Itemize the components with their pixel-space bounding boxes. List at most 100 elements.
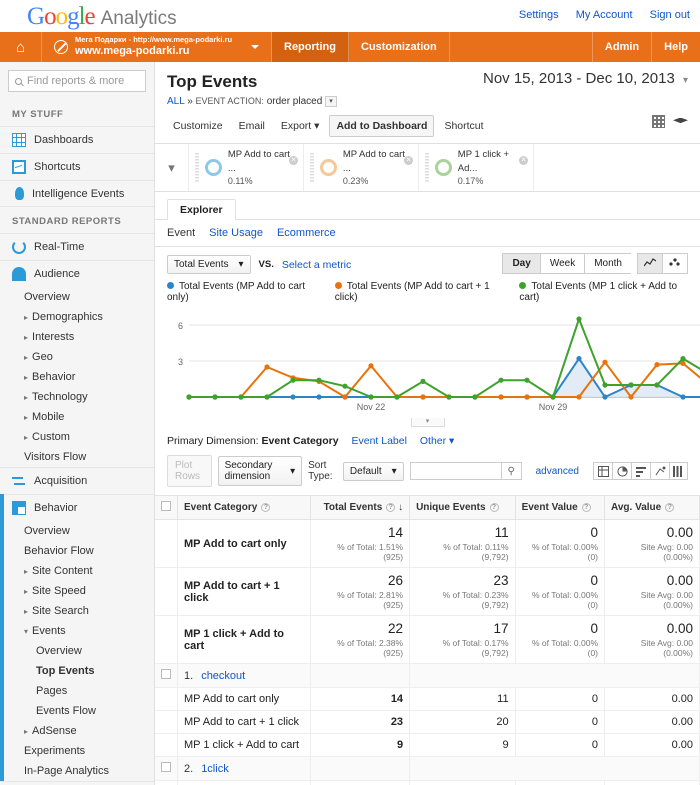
table-search-input[interactable] [409,462,502,480]
help-icon[interactable]: ? [581,503,591,512]
tab-help[interactable]: Help [652,32,700,62]
subtab-site-usage[interactable]: Site Usage [209,227,263,239]
sidebar-item-events-flow[interactable]: Events Flow [4,701,154,721]
search-icon[interactable]: ⚲ [501,462,522,480]
column-avg-value[interactable]: Avg. Value? [604,495,700,520]
help-icon[interactable]: ? [386,503,396,512]
sidebar-item-in-page-analytics[interactable]: In-Page Analytics [4,761,154,781]
email-button[interactable]: Email [233,116,271,136]
table-row[interactable]: MP 1 click + Add to cart 22% of Total: 2… [155,615,700,664]
timeline-chart[interactable]: 36Nov 22Nov 29Dec 6 ▾ [155,303,700,427]
checkbox[interactable] [161,501,171,511]
help-icon[interactable]: ? [261,503,271,512]
sidebar-item-geo[interactable]: Geo [0,347,154,367]
sidebar-item-audience-behavior[interactable]: Behavior [0,367,154,387]
subtab-event[interactable]: Event [167,227,195,239]
primary-dimension-other[interactable]: Other ▾ [420,435,454,447]
sidebar-item-behavior-flow[interactable]: Behavior Flow [4,541,154,561]
group-link[interactable]: checkout [201,670,245,682]
pivot-view-icon[interactable] [669,462,688,480]
pie-view-icon[interactable] [612,462,631,480]
tab-admin[interactable]: Admin [593,32,653,62]
sidebar-item-events[interactable]: Events [4,621,154,641]
my-account-link[interactable]: My Account [576,9,633,21]
sidebar-item-behavior[interactable]: Behavior [4,494,154,521]
export-button[interactable]: Export ▾ [275,116,326,136]
sidebar-item-events-overview[interactable]: Overview [4,641,154,661]
table-row[interactable]: MP Add to cart only 14 11 0 0.00 [155,687,700,711]
sidebar-item-mobile[interactable]: Mobile [0,407,154,427]
table-row[interactable]: MP 1 click + Add to cart 9 9 0 0.00 [155,733,700,757]
add-to-dashboard-button[interactable]: Add to Dashboard [329,115,435,137]
close-icon[interactable]: ✕ [404,156,413,165]
sidebar-item-experiments[interactable]: Experiments [4,741,154,761]
advanced-link[interactable]: advanced [536,466,579,477]
drag-handle[interactable] [195,152,199,183]
tab-reporting[interactable]: Reporting [272,32,349,62]
sidebar-item-real-time[interactable]: Real-Time [0,233,154,260]
close-icon[interactable]: ✕ [289,156,298,165]
segment-chip[interactable]: MP Add to cart ... 0.23% ✕ [304,144,419,191]
drag-handle[interactable] [425,152,429,183]
group-row[interactable]: 1. checkout [155,663,700,688]
group-checkbox-cell[interactable] [155,663,178,688]
comparison-view-icon[interactable] [650,462,669,480]
line-chart-icon[interactable] [637,253,662,274]
sidebar-item-audience[interactable]: Audience [0,260,154,287]
table-row[interactable]: MP Add to cart + 1 click 23 20 0 0.00 [155,710,700,734]
metric-select[interactable]: Total Events ▾ [167,255,251,274]
group-row[interactable]: 2. 1click [155,756,700,781]
group-checkbox-cell[interactable] [155,756,178,781]
sidebar-item-technology[interactable]: Technology [0,387,154,407]
sidebar-item-site-content[interactable]: Site Content [4,561,154,581]
help-icon[interactable]: ? [665,503,675,512]
bar-view-icon[interactable] [631,462,650,480]
checkbox[interactable] [161,669,171,679]
sidebar-item-site-search[interactable]: Site Search [4,601,154,621]
qr-icon[interactable] [652,115,665,128]
sidebar-item-conversions[interactable]: Conversions [0,781,154,785]
sidebar-item-intelligence-events[interactable]: Intelligence Events [0,180,154,206]
graduation-cap-icon[interactable] [673,117,688,124]
granularity-month[interactable]: Month [584,253,631,274]
home-icon[interactable]: ⌂ [0,32,42,62]
granularity-day[interactable]: Day [502,253,540,274]
sidebar-item-interests[interactable]: Interests [0,327,154,347]
chart-resize-handle[interactable]: ▾ [410,418,445,427]
sidebar-item-pages[interactable]: Pages [4,681,154,701]
table-row[interactable]: MP Add to cart only 0 0 0 0.00 [155,780,700,785]
sidebar-item-acquisition[interactable]: Acquisition [0,467,154,494]
granularity-week[interactable]: Week [539,253,585,274]
sidebar-item-dashboards[interactable]: Dashboards [0,126,154,153]
checkbox[interactable] [161,762,171,772]
customize-button[interactable]: Customize [167,116,229,136]
date-range-selector[interactable]: Nov 15, 2013 - Dec 10, 2013 ▾ [483,70,688,87]
sidebar-item-visitors-flow[interactable]: Visitors Flow [0,447,154,467]
plot-rows-button[interactable]: Plot Rows [167,455,212,487]
tab-customization[interactable]: Customization [349,32,450,62]
table-row[interactable]: MP Add to cart + 1 click 26% of Total: 2… [155,567,700,616]
sidebar-item-audience-overview[interactable]: Overview [0,287,154,307]
sidebar-item-site-speed[interactable]: Site Speed [4,581,154,601]
settings-link[interactable]: Settings [519,9,559,21]
property-selector[interactable]: Мега Подарки - http://www.mega-podarki.r… [42,32,272,62]
select-all-header[interactable] [155,495,178,520]
tab-explorer[interactable]: Explorer [167,199,236,220]
secondary-dimension-select[interactable]: Secondary dimension ▾ [217,456,303,486]
sidebar-item-top-events[interactable]: Top Events [4,661,154,681]
breadcrumb-dropdown-icon[interactable]: ▾ [325,96,338,107]
table-row[interactable]: MP Add to cart only 14% of Total: 1.51% … [155,519,700,568]
drag-handle[interactable] [310,152,314,183]
group-link[interactable]: 1click [201,763,229,775]
sidebar-item-shortcuts[interactable]: Shortcuts [0,153,154,180]
sort-type-select[interactable]: Default ▾ [342,461,404,481]
help-icon[interactable]: ? [489,503,499,512]
sidebar-item-demographics[interactable]: Demographics [0,307,154,327]
scatter-chart-icon[interactable] [662,253,688,274]
segment-chip[interactable]: MP 1 click + Ad... 0.17% ✕ [419,144,534,191]
column-unique-events[interactable]: Unique Events? [409,495,516,520]
search-input[interactable]: Find reports & more [8,70,146,92]
column-event-category[interactable]: Event Category? [177,495,312,520]
sign-out-link[interactable]: Sign out [650,9,690,21]
close-icon[interactable]: ✕ [519,156,528,165]
